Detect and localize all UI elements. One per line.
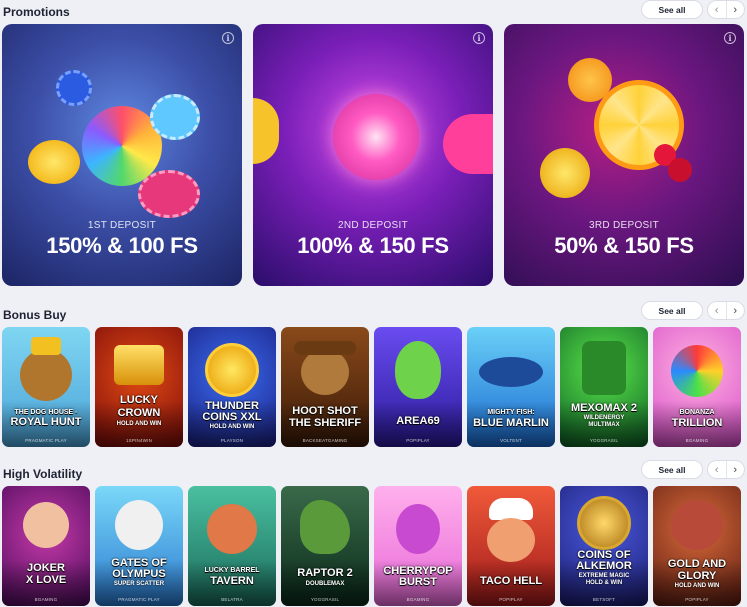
promo-card-1st-deposit[interactable]: i 1ST DEPOSIT 150% & 100 FS <box>2 24 242 286</box>
game-tile-taco-hell[interactable]: TACO HELL POPIPLAY <box>467 486 555 606</box>
high-volatility-prev-arrow-icon[interactable]: ‹ <box>708 461 727 478</box>
promo-offer: 50% & 150 FS <box>554 233 694 258</box>
game-tile-bonanza-trillion[interactable]: BONANZA TRILLION BGAMING <box>653 327 741 447</box>
info-icon[interactable]: i <box>724 32 736 44</box>
high-volatility-see-all-button[interactable]: See all <box>641 460 703 479</box>
bonus-buy-next-arrow-icon[interactable]: › <box>727 302 745 319</box>
info-icon[interactable]: i <box>473 32 485 44</box>
promotions-see-all-button[interactable]: See all <box>641 0 703 19</box>
high-volatility-title: High Volatility <box>3 467 83 481</box>
promo-card-3rd-deposit[interactable]: i 3RD DEPOSIT 50% & 150 FS <box>504 24 744 286</box>
high-volatility-arrows: ‹ › <box>707 460 745 479</box>
game-tile-lucky-barrel-tavern[interactable]: LUCKY BARREL TAVERN BELATRA <box>188 486 276 606</box>
game-tile-dog-house-royal-hunt[interactable]: THE DOG HOUSE - ROYAL HUNT PRAGMATIC PLA… <box>2 327 90 447</box>
game-tile-gates-of-olympus-super-scatter[interactable]: GATES OF OLYMPUS SUPER SCATTER PRAGMATIC… <box>95 486 183 606</box>
game-tile-mexomax-2[interactable]: MEXOMAX 2 WILDENERGY MULTIMAX YOGGRASIL <box>560 327 648 447</box>
game-tile-lucky-crown[interactable]: LUCKY CROWN HOLD AND WIN 1SPIN4WIN <box>95 327 183 447</box>
game-tile-coins-of-alkemor[interactable]: COINS OF ALKEMOR EXTREME MAGIC HOLD & WI… <box>560 486 648 606</box>
promo-label: 3RD DEPOSIT <box>589 220 659 231</box>
promo-label: 2ND DEPOSIT <box>338 220 408 231</box>
promotions-title: Promotions <box>3 5 70 19</box>
game-tile-hoot-shot-the-sheriff[interactable]: HOOT SHOT THE SHERIFF BACKSEATGAMING <box>281 327 369 447</box>
promotions-next-arrow-icon[interactable]: › <box>727 1 745 18</box>
game-tile-raptor-2[interactable]: RAPTOR 2 DOUBLEMAX YOGGRASIL <box>281 486 369 606</box>
game-tile-area69[interactable]: AREA69 POPIPLAY <box>374 327 462 447</box>
promo-offer: 150% & 100 FS <box>46 233 198 258</box>
bonus-buy-arrows: ‹ › <box>707 301 745 320</box>
game-tile-thunder-coins-xxl[interactable]: THUNDER COINS XXL HOLD AND WIN PLAYSON <box>188 327 276 447</box>
bonus-buy-title: Bonus Buy <box>3 308 67 322</box>
promo-label: 1ST DEPOSIT <box>87 220 157 231</box>
promo-offer: 100% & 150 FS <box>297 233 449 258</box>
info-icon[interactable]: i <box>222 32 234 44</box>
bonus-buy-see-all-button[interactable]: See all <box>641 301 703 320</box>
promotions-prev-arrow-icon[interactable]: ‹ <box>708 1 727 18</box>
promotions-arrows: ‹ › <box>707 0 745 19</box>
game-tile-cherrypop-burst[interactable]: CHERRYPOP BURST BGAMING <box>374 486 462 606</box>
bonus-buy-prev-arrow-icon[interactable]: ‹ <box>708 302 727 319</box>
promo-card-2nd-deposit[interactable]: i 2ND DEPOSIT 100% & 150 FS <box>253 24 493 286</box>
game-tile-mighty-fish-blue-marlin[interactable]: MIGHTY FISH: BLUE MARLIN VOLTENT <box>467 327 555 447</box>
game-tile-gold-and-glory[interactable]: GOLD AND GLORY HOLD AND WIN POPIPLAY <box>653 486 741 606</box>
high-volatility-next-arrow-icon[interactable]: › <box>727 461 745 478</box>
game-tile-joker-x-love[interactable]: JOKER X LOVE BGAMING <box>2 486 90 606</box>
